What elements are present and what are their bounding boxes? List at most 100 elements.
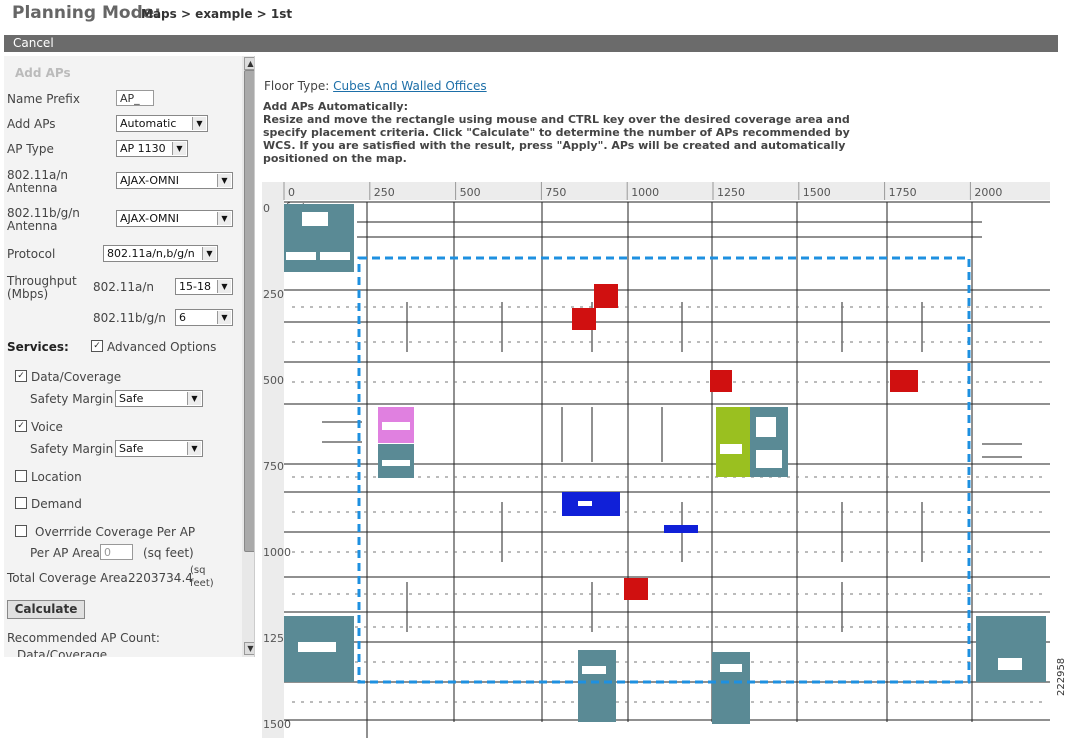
page-header: Planning Mode: Maps > example > 1st [0,0,1070,34]
voice-margin-select[interactable]: Safe ▼ [115,440,203,457]
ap-type-value: AP 1130 [120,142,166,155]
floor-type-link[interactable]: Cubes And Walled Offices [333,79,487,93]
room-label-box [382,460,410,466]
antenna-a-label-2: Antenna [7,181,58,195]
data-margin-value: Safe [119,392,144,405]
demand-checkbox[interactable] [15,497,27,509]
antenna-a-select[interactable]: AJAX-OMNI ▼ [116,172,233,189]
panel-scrollbar[interactable]: ▲ ▼ [242,56,254,657]
voice-margin-label: Safety Margin [30,442,114,456]
demand-label: Demand [31,497,82,511]
data-margin-label: Safety Margin [30,392,114,406]
throughput-bg-label: 802.11b/g/n [93,311,166,325]
zone-red [710,370,732,392]
floor-plan-svg[interactable]: 0 250 500 750 1000 1250 1500 1750 2000 0 250 500 75… [262,182,1050,738]
room-label-box [298,642,336,652]
override-checkbox[interactable] [15,525,27,537]
scroll-down-icon[interactable]: ▼ [244,642,254,655]
instructions-title: Add APs Automatically: [263,100,408,113]
calculate-button[interactable]: Calculate [7,600,85,619]
chevron-down-icon: ▼ [217,174,231,187]
x-tick-label: 2000 [974,186,1002,199]
antenna-a-value: AJAX-OMNI [120,174,179,187]
room-label-box [286,252,316,260]
protocol-label: Protocol [7,247,56,261]
name-prefix-label: Name Prefix [7,92,80,106]
room-label-box [582,666,606,674]
protocol-select[interactable]: 802.11a/n,b/g/n ▼ [103,245,218,262]
scroll-up-icon[interactable]: ▲ [244,57,254,70]
scrollbar-thumb[interactable] [244,70,254,552]
ap-type-select[interactable]: AP 1130 ▼ [116,140,188,157]
room-label-box [382,422,410,430]
floor-details [292,306,1042,703]
ap-type-label: AP Type [7,142,54,156]
instructions: Add APs Automatically: Resize and move t… [263,100,863,165]
chevron-down-icon: ▼ [217,280,231,293]
throughput-a-label: 802.11a/n [93,280,154,294]
throughput-bg-select[interactable]: 6 ▼ [175,309,233,326]
x-tick-label: 1000 [631,186,659,199]
breadcrumb: Maps > example > 1st [141,7,293,21]
chevron-down-icon: ▼ [187,392,201,405]
antenna-bg-value: AJAX-OMNI [120,212,179,225]
total-coverage-label: Total Coverage Area [7,571,128,585]
data-margin-select[interactable]: Safe ▼ [115,390,203,407]
add-aps-select[interactable]: Automatic ▼ [116,115,208,132]
y-tick-label: 250 [263,288,284,301]
instructions-body: Resize and move the rectangle using mous… [263,113,850,165]
throughput-label: Throughput [7,274,77,288]
zone-green [716,407,750,477]
add-aps-label: Add APs [7,117,56,131]
floor-map[interactable]: 0 250 500 750 1000 1250 1500 1750 2000 0 250 500 75… [262,182,1050,738]
protocol-value: 802.11a/n,b/g/n [107,247,195,260]
voice-margin-value: Safe [119,442,144,455]
room-label-box [998,658,1022,670]
room-label-box [578,501,592,506]
antenna-bg-select[interactable]: AJAX-OMNI ▼ [116,210,233,227]
chevron-down-icon: ▼ [217,212,231,225]
total-coverage-unit-2: feet) [190,578,214,589]
voice-checkbox[interactable]: ✓ [15,420,27,432]
throughput-unit: (Mbps) [7,287,49,301]
x-tick-label: 1250 [717,186,745,199]
x-tick-label: 1500 [803,186,831,199]
advanced-options-checkbox[interactable]: ✓ [91,340,103,352]
location-checkbox[interactable] [15,470,27,482]
y-tick-label: 500 [263,374,284,387]
antenna-bg-label-2: Antenna [7,219,58,233]
x-tick-label: 250 [374,186,395,199]
antenna-bg-label: 802.11b/g/n [7,206,80,220]
throughput-a-select[interactable]: 15-18 ▼ [175,278,233,295]
add-aps-value: Automatic [120,117,177,130]
page-title: Planning Mode: [12,3,162,23]
y-tick-label: 0 [263,202,270,215]
per-ap-area-label: Per AP Area [30,546,100,560]
room-label-box [320,252,350,260]
data-coverage-checkbox[interactable]: ✓ [15,370,27,382]
y-tick-label: 750 [263,460,284,473]
services-label: Services: [7,340,69,354]
name-prefix-input[interactable]: AP_ [116,90,154,106]
section-title: Add APs [15,66,71,80]
x-tick-label: 0 [288,186,295,199]
floor-type: Floor Type: Cubes And Walled Offices [264,79,487,93]
room-teal [578,650,616,722]
recommended-label: Recommended AP Count: [7,631,160,645]
x-tick-label: 1750 [889,186,917,199]
room-label-box [756,450,782,468]
x-tick-label: 750 [545,186,566,199]
recommended-sub: Data/Coverage [17,648,108,657]
zone-red [624,578,648,600]
per-ap-area-input[interactable]: 0 [100,544,133,560]
cancel-button[interactable]: Cancel [13,36,54,50]
total-coverage-value: 2203734.4 [128,571,193,585]
location-label: Location [31,470,82,484]
room-teal [712,652,750,724]
chevron-down-icon: ▼ [187,442,201,455]
zone-red [594,284,618,308]
per-ap-area-unit: (sq feet) [143,546,194,560]
room-label-box [302,212,328,226]
y-tick-label: 1000 [263,546,291,559]
coverage-zones [378,284,918,600]
